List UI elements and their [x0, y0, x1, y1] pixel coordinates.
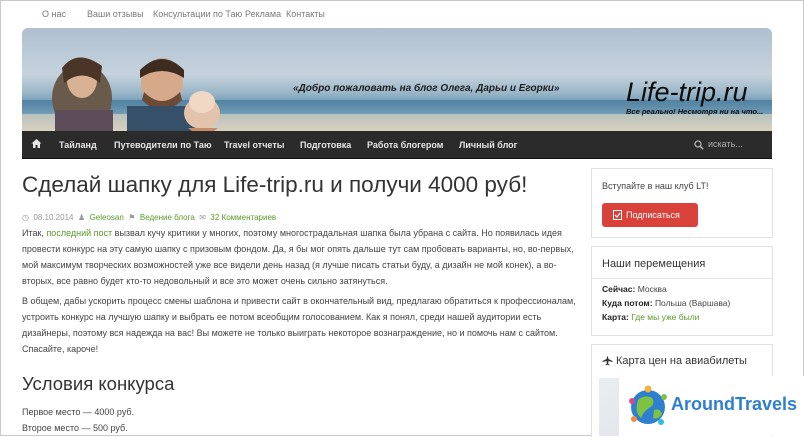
main-nav: Тайланд Путеводители по Таю Travel отчет… [22, 131, 772, 159]
nav-travel-reports[interactable]: Travel отчеты [224, 140, 284, 150]
map-row: Карта: Где мы уже были [602, 312, 699, 322]
top-nav-about[interactable]: О нас [42, 9, 66, 19]
post-category[interactable]: Ведение блога [140, 213, 195, 222]
prices-title: Карта цен на авиабилеты [616, 355, 747, 367]
nav-guides[interactable]: Путеводители по Таю [114, 140, 212, 150]
clock-icon: ◷ [22, 213, 29, 222]
nav-thailand[interactable]: Тайланд [59, 140, 97, 150]
nav-preparation[interactable]: Подготовка [300, 140, 351, 150]
next-value: Польша (Варшава) [654, 298, 731, 308]
map-link[interactable]: Где мы уже были [631, 312, 699, 322]
globe-logo-icon [629, 385, 667, 425]
header-tagline: «Добро пожаловать на блог Олега, Дарьи и… [293, 83, 560, 94]
top-nav-reviews[interactable]: Ваши отзывы [87, 9, 144, 19]
first-place-text: Первое место — 4000 руб. [22, 407, 135, 417]
subscribe-button-label: Подписаться [626, 210, 680, 220]
travels-divider [592, 278, 772, 279]
site-logo-subtitle: Все реально! Несмотря ни на что... [626, 107, 764, 116]
post-author[interactable]: Geleosan [90, 213, 124, 222]
second-place-text: Второе место — 500 руб. [22, 423, 128, 433]
next-row: Куда потом: Польша (Варшава) [602, 298, 730, 308]
post-title: Сделай шапку для Life-trip.ru и получи 4… [22, 172, 528, 197]
search-input[interactable]: искать... [708, 139, 743, 149]
home-icon[interactable] [31, 138, 42, 149]
search-icon [694, 140, 704, 150]
family-photo [52, 57, 220, 131]
top-nav-consultations[interactable]: Консультации по Таю [153, 9, 242, 19]
last-post-link[interactable]: последний пост [46, 228, 112, 238]
post-comments[interactable]: 32 Комментариев [210, 213, 276, 222]
nav-personal-blog[interactable]: Личный блог [459, 140, 517, 150]
now-label: Сейчас: [602, 284, 636, 294]
now-value: Москва [637, 284, 667, 294]
subscribe-button[interactable]: Подписаться [602, 203, 698, 227]
comment-icon: ✉ [199, 213, 206, 222]
travels-title: Наши перемещения [602, 258, 706, 270]
travels-widget: Наши перемещения Сейчас: Москва Куда пот… [591, 246, 773, 336]
aroundtravels-watermark: AroundTravels [619, 376, 804, 436]
contest-conditions-heading: Условия конкурса [22, 373, 175, 394]
club-text: Вступайте в наш клуб LT! [602, 181, 709, 191]
now-row: Сейчас: Москва [602, 284, 667, 294]
watermark-text: AroundTravels [671, 394, 798, 414]
post-paragraph-2: В общем, дабы ускорить процесс смены шаб… [22, 296, 576, 354]
top-nav: О нас Ваши отзывы Консультации по Таю Ре… [0, 0, 804, 28]
check-icon [613, 210, 622, 220]
post-meta: ◷ 08.10.2014 ♟ Geleosan ⚑ Ведение блога … [22, 207, 276, 225]
plane-icon [602, 355, 613, 366]
site-header: «Добро пожаловать на блог Олега, Дарьи и… [22, 28, 772, 131]
post-paragraph-1: Итак, последний пост вызвал кучу критики… [22, 228, 574, 286]
nav-blogging-work[interactable]: Работа блогером [367, 140, 443, 150]
post-date: 08.10.2014 [33, 213, 74, 222]
top-nav-contacts[interactable]: Контакты [286, 9, 325, 19]
top-nav-ads[interactable]: Реклама [245, 9, 281, 19]
tag-icon: ⚑ [128, 213, 136, 222]
user-icon: ♟ [77, 213, 86, 222]
map-label: Карта: [602, 312, 629, 322]
club-widget: Вступайте в наш клуб LT! Подписаться [591, 168, 773, 238]
next-label: Куда потом: [602, 298, 653, 308]
site-logo[interactable]: Life-trip.ru [626, 78, 748, 106]
